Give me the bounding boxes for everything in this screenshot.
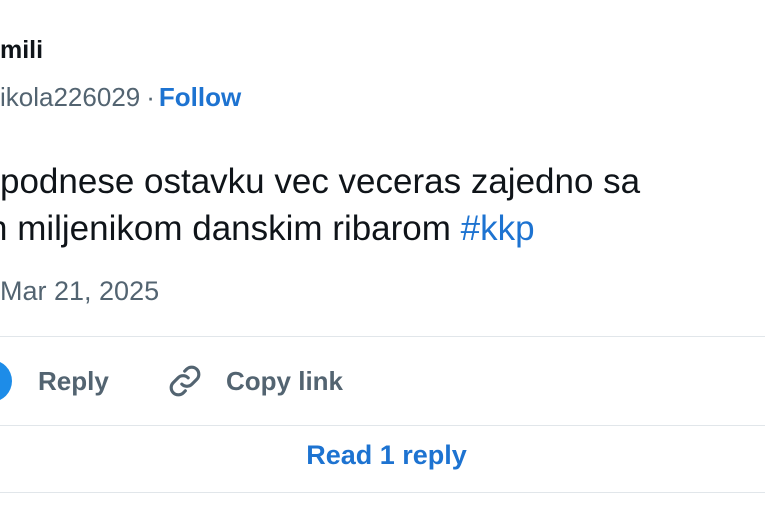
divider: [0, 336, 765, 337]
tweet-text-line-1: podnese ostavku vec veceras zajedno sa: [0, 162, 641, 201]
author-handle[interactable]: ikola226029: [0, 82, 140, 112]
tweet-text-line-2-prefix: n: [0, 209, 7, 248]
copy-link-label: Copy link: [226, 365, 344, 396]
hashtag-link[interactable]: #kkp: [461, 209, 535, 248]
tweet-text-line-2: n miljenikom danskim ribarom #kkp: [0, 205, 765, 252]
tweet-card: mili ikola226029 · Follow podnese ostavku …: [0, 0, 765, 510]
follow-button[interactable]: Follow: [159, 82, 241, 112]
copy-link-button[interactable]: Copy link: [166, 358, 343, 404]
reply-label: Reply: [38, 365, 109, 396]
link-icon: [169, 365, 201, 397]
separator-dot: ·: [146, 82, 155, 112]
divider: [0, 492, 765, 493]
reply-button[interactable]: Reply: [0, 358, 109, 404]
tweet-text: podnese ostavku vec veceras zajedno sa n…: [0, 158, 765, 252]
author-handle-row: ikola226029 · Follow: [0, 82, 241, 113]
reply-bubble-icon: [0, 360, 12, 402]
author-name[interactable]: mili: [0, 36, 43, 65]
divider: [0, 425, 765, 426]
tweet-timestamp[interactable]: Mar 21, 2025: [0, 276, 159, 307]
tweet-text-line-2-body: miljenikom danskim ribarom: [17, 209, 451, 248]
read-replies-button[interactable]: Read 1 reply: [0, 440, 765, 471]
